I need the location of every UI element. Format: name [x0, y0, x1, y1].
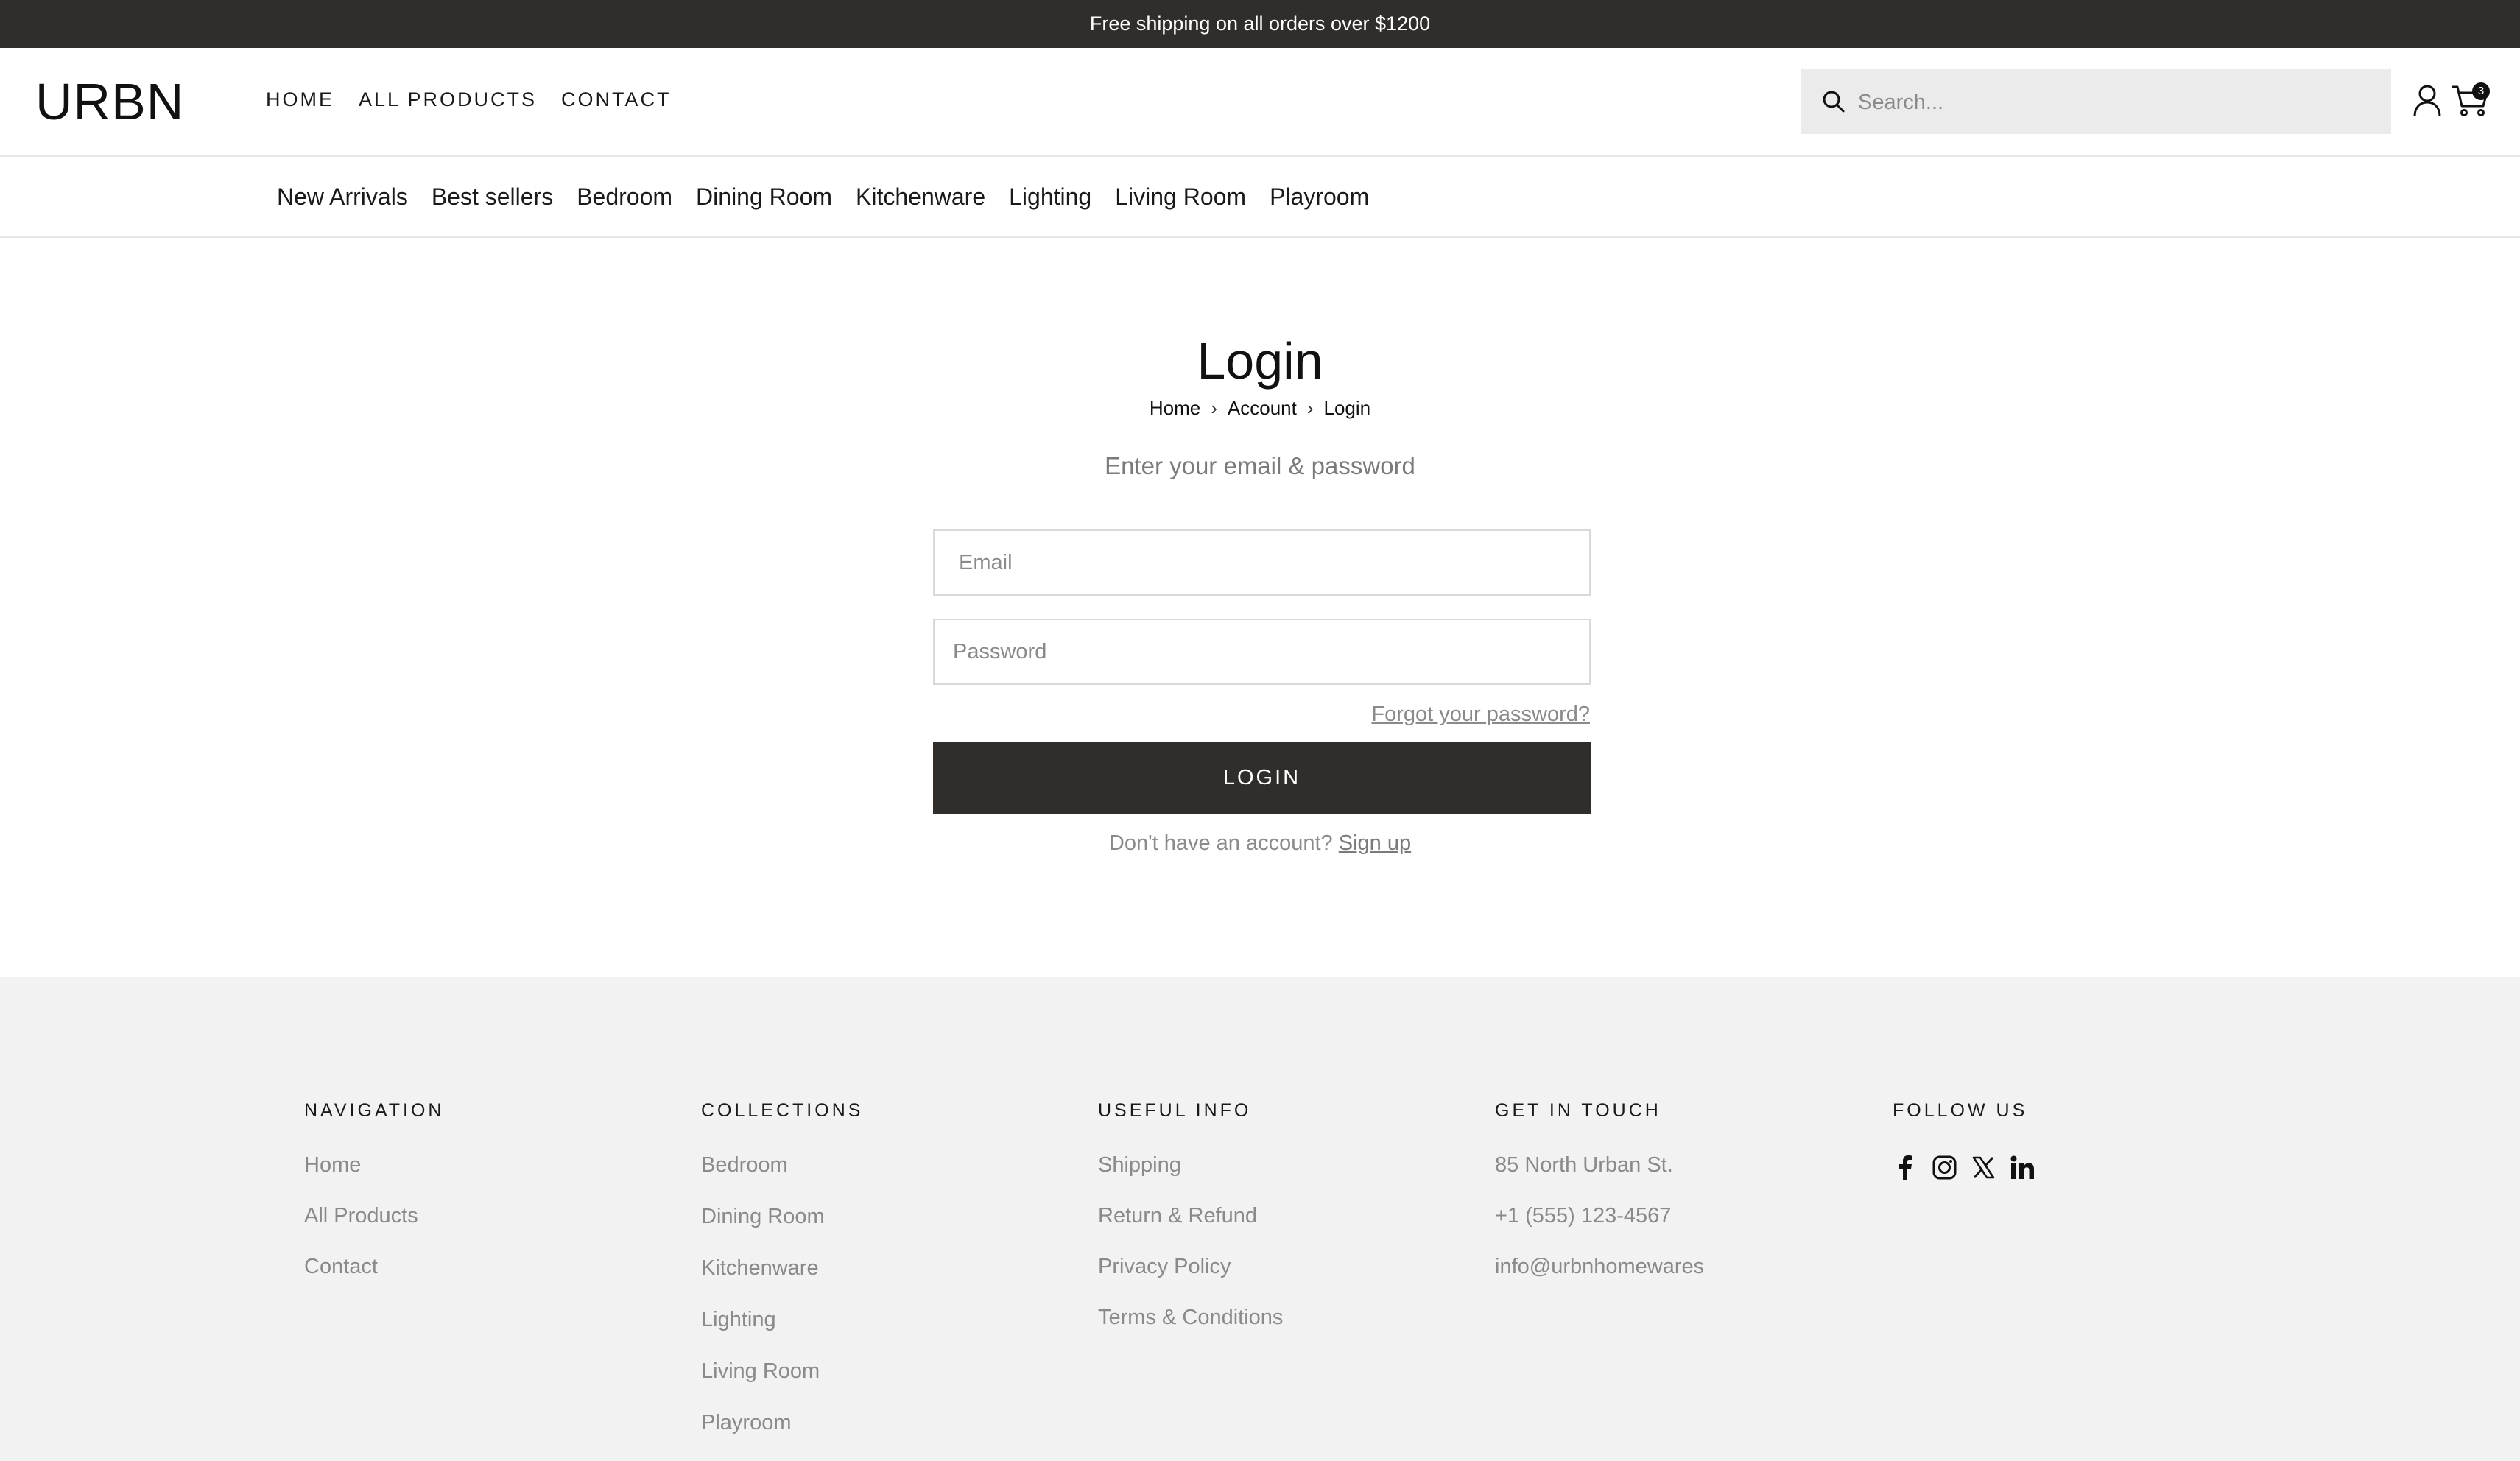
social-links: [1893, 1155, 2035, 1180]
search-icon: [1823, 91, 1845, 113]
chevron-right-icon: ›: [1306, 397, 1314, 419]
instagram-icon[interactable]: [1932, 1155, 1957, 1180]
logo[interactable]: URBN: [35, 72, 184, 131]
footer-heading: NAVIGATION: [304, 1100, 445, 1121]
footer-link-privacy-policy[interactable]: Privacy Policy: [1098, 1253, 1283, 1281]
site-footer: NAVIGATION Home All Products Contact COL…: [0, 977, 2520, 1461]
footer-link-playroom[interactable]: Playroom: [701, 1409, 863, 1437]
nav-home[interactable]: HOME: [266, 86, 334, 113]
category-bedroom[interactable]: Bedroom: [577, 182, 672, 211]
footer-link-all-products[interactable]: All Products: [304, 1202, 444, 1230]
footer-phone: +1 (555) 123-4567: [1495, 1204, 1672, 1228]
password-field[interactable]: [933, 619, 1591, 685]
account-icon[interactable]: [2412, 84, 2442, 118]
signup-prompt: Don't have an account?: [1108, 831, 1333, 855]
search-box: [1801, 69, 2391, 135]
login-button[interactable]: LOGIN: [933, 742, 1591, 814]
category-playroom[interactable]: Playroom: [1270, 182, 1369, 211]
footer-useful-info: USEFUL INFO Shipping Return & Refund Pri…: [1098, 1099, 1283, 1354]
breadcrumb-current: Login: [1323, 397, 1371, 419]
footer-heading: GET IN TOUCH: [1495, 1100, 1661, 1121]
cart-count-badge: 3: [2472, 82, 2490, 100]
footer-link-lighting[interactable]: Lighting: [701, 1306, 863, 1334]
facebook-icon[interactable]: [1893, 1155, 1918, 1180]
footer-navigation: NAVIGATION Home All Products Contact: [304, 1099, 444, 1303]
x-icon[interactable]: [1971, 1155, 1996, 1180]
main-nav: HOME ALL PRODUCTS CONTACT: [266, 86, 672, 113]
footer-heading: FOLLOW US: [1893, 1100, 2028, 1121]
footer-link-bedroom[interactable]: Bedroom: [701, 1151, 863, 1179]
footer-get-in-touch: GET IN TOUCH 85 North Urban St. +1 (555)…: [1495, 1099, 1704, 1303]
footer-link-return-refund[interactable]: Return & Refund: [1098, 1202, 1283, 1230]
breadcrumb-home[interactable]: Home: [1150, 395, 1200, 421]
category-lighting[interactable]: Lighting: [1009, 182, 1091, 211]
category-living-room[interactable]: Living Room: [1115, 182, 1246, 211]
email-field[interactable]: [933, 529, 1591, 596]
search-input[interactable]: [1856, 69, 2375, 135]
breadcrumb-account[interactable]: Account: [1228, 395, 1297, 421]
footer-link-home[interactable]: Home: [304, 1151, 444, 1179]
footer-follow-us: FOLLOW US: [1893, 1099, 2035, 1180]
forgot-password-link[interactable]: Forgot your password?: [1252, 700, 1590, 728]
nav-all-products[interactable]: ALL PRODUCTS: [359, 86, 537, 113]
chevron-right-icon: ›: [1211, 397, 1217, 419]
footer-heading: USEFUL INFO: [1098, 1100, 1252, 1121]
site-header: URBN HOME ALL PRODUCTS CONTACT 3: [0, 48, 2520, 157]
page-title: Login: [1197, 332, 1323, 390]
footer-link-contact[interactable]: Contact: [304, 1253, 444, 1281]
page: Free shipping on all orders over $1200 U…: [0, 0, 2520, 1461]
nav-contact[interactable]: CONTACT: [561, 86, 672, 113]
login-subtitle: Enter your email & password: [1105, 452, 1415, 479]
footer-link-kitchenware[interactable]: Kitchenware: [701, 1254, 863, 1282]
category-best-sellers[interactable]: Best sellers: [432, 182, 553, 211]
footer-link-shipping[interactable]: Shipping: [1098, 1151, 1283, 1179]
footer-address: 85 North Urban St.: [1495, 1153, 1673, 1177]
category-new-arrivals[interactable]: New Arrivals: [277, 182, 408, 211]
footer-heading: COLLECTIONS: [701, 1100, 864, 1121]
footer-link-dining-room[interactable]: Dining Room: [701, 1203, 863, 1231]
footer-link-terms[interactable]: Terms & Conditions: [1098, 1303, 1283, 1331]
signup-link[interactable]: Sign up: [1339, 831, 1411, 855]
footer-email: info@urbnhomewares: [1495, 1255, 1705, 1278]
category-nav: New Arrivals Best sellers Bedroom Dining…: [0, 157, 2520, 238]
breadcrumb: Home › Account › Login: [0, 395, 2520, 421]
footer-link-living-room[interactable]: Living Room: [701, 1357, 863, 1385]
announcement-bar: Free shipping on all orders over $1200: [0, 0, 2520, 48]
category-dining-room[interactable]: Dining Room: [696, 182, 832, 211]
category-kitchenware[interactable]: Kitchenware: [856, 182, 985, 211]
linkedin-icon[interactable]: [2010, 1155, 2035, 1180]
footer-collections: COLLECTIONS Bedroom Dining Room Kitchenw…: [701, 1099, 863, 1460]
signup-row: Don't have an account? Sign up: [0, 828, 2520, 858]
